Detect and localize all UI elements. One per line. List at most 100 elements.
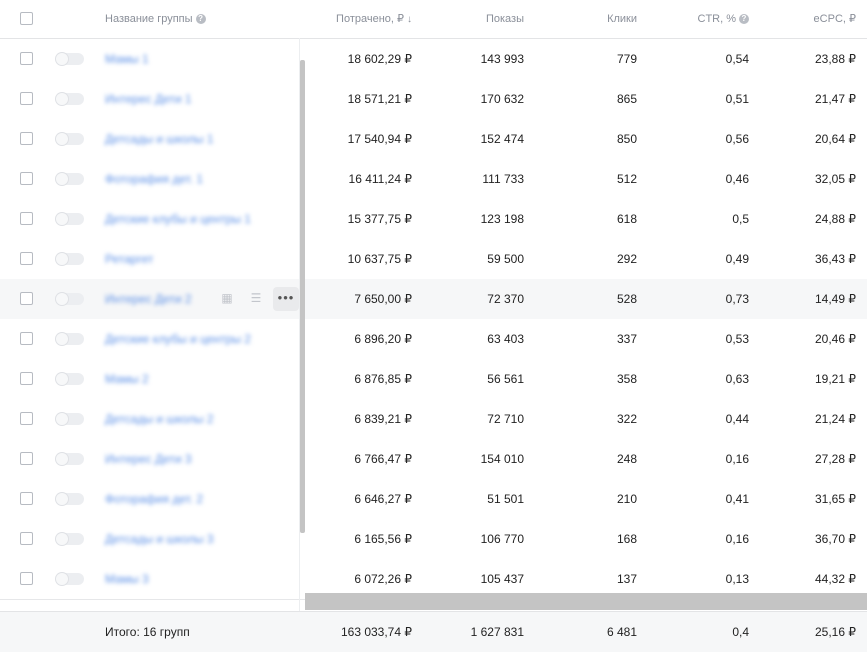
- column-header-ctr-label: CTR, %: [697, 13, 737, 25]
- group-name-link[interactable]: Мамы 1: [105, 39, 149, 79]
- column-header-spent-label: Потрачено, ₽: [336, 13, 404, 25]
- toggle-knob: [56, 133, 68, 145]
- row-checkbox[interactable]: [20, 52, 33, 65]
- filter-icon[interactable]: ☰: [249, 291, 263, 305]
- group-name-link[interactable]: Фоторафия дет. 1: [105, 159, 203, 199]
- cell-ecpc: 23,88 ₽: [815, 52, 856, 66]
- table-row[interactable]: Ретаргет 10 637,75 ₽ 59 500 292 0,49 36,43 ₽: [0, 239, 867, 280]
- row-checkbox[interactable]: [20, 172, 33, 185]
- status-toggle[interactable]: [56, 573, 84, 585]
- row-checkbox[interactable]: [20, 212, 33, 225]
- cell-spent: 6 165,56 ₽: [354, 532, 412, 546]
- table-row[interactable]: Интерес Дети 2 ▦ ☰ ••• 7 650,00 ₽ 72 370 528 0,…: [0, 279, 867, 320]
- group-name-link[interactable]: Фоторафия дет. 2: [105, 479, 203, 519]
- status-toggle[interactable]: [56, 293, 84, 305]
- group-name-link[interactable]: Детские клубы и центры 2: [105, 319, 251, 359]
- row-checkbox[interactable]: [20, 572, 33, 585]
- cell-ctr: 0,44: [725, 412, 749, 426]
- toggle-knob: [56, 533, 68, 545]
- cell-clicks: 248: [616, 452, 637, 466]
- row-checkbox[interactable]: [20, 412, 33, 425]
- row-checkbox[interactable]: [20, 292, 33, 305]
- cell-spent: 6 839,21 ₽: [354, 412, 412, 426]
- group-name-link[interactable]: Мамы 3: [105, 559, 149, 599]
- status-toggle[interactable]: [56, 453, 84, 465]
- status-toggle[interactable]: [56, 413, 84, 425]
- status-toggle[interactable]: [56, 93, 84, 105]
- group-name-link[interactable]: Детсады и школы 1: [105, 119, 214, 159]
- cell-ecpc: 20,46 ₽: [815, 332, 856, 346]
- stats-icon[interactable]: ▦: [220, 291, 234, 305]
- cell-ecpc: 24,88 ₽: [815, 212, 856, 226]
- group-name-link[interactable]: Ретаргет: [105, 239, 153, 279]
- table-row[interactable]: Детские клубы и центры 1 15 377,75 ₽ 123 1…: [0, 199, 867, 240]
- table-row[interactable]: Интерес Дети 3 6 766,47 ₽ 154 010 248 0,16 27…: [0, 439, 867, 480]
- column-header-ecpc[interactable]: eCPC, ₽: [760, 0, 856, 38]
- column-header-spent[interactable]: Потрачено, ₽ ↓: [300, 0, 412, 38]
- group-name-link[interactable]: Мамы 2: [105, 359, 149, 399]
- cell-clicks: 850: [616, 132, 637, 146]
- column-header-name[interactable]: Название группы?: [105, 0, 206, 38]
- column-header-clicks[interactable]: Клики: [540, 0, 637, 38]
- status-toggle[interactable]: [56, 493, 84, 505]
- row-checkbox[interactable]: [20, 532, 33, 545]
- cell-spent: 18 602,29 ₽: [347, 52, 412, 66]
- table-row[interactable]: Детсады и школы 3 6 165,56 ₽ 106 770 168 0,1…: [0, 519, 867, 560]
- cell-shows: 63 403: [487, 332, 524, 346]
- status-toggle[interactable]: [56, 53, 84, 65]
- row-checkbox[interactable]: [20, 492, 33, 505]
- horizontal-scrollbar[interactable]: [305, 593, 867, 610]
- vertical-scrollbar[interactable]: [300, 60, 305, 533]
- cell-ecpc: 27,28 ₽: [815, 452, 856, 466]
- table-header: Название группы? Потрачено, ₽ ↓ Показы Кл…: [0, 0, 867, 39]
- cell-spent: 15 377,75 ₽: [347, 212, 412, 226]
- group-name-link[interactable]: Интерес Дети 1: [105, 79, 192, 119]
- row-checkbox[interactable]: [20, 252, 33, 265]
- group-name-link[interactable]: Детские клубы и центры 1: [105, 199, 251, 239]
- status-toggle[interactable]: [56, 133, 84, 145]
- cell-clicks: 618: [616, 212, 637, 226]
- select-all-checkbox[interactable]: [20, 12, 33, 25]
- cell-shows: 152 474: [480, 132, 524, 146]
- status-toggle[interactable]: [56, 533, 84, 545]
- help-icon[interactable]: ?: [739, 14, 749, 24]
- group-name-link[interactable]: Детсады и школы 3: [105, 519, 214, 559]
- toggle-knob: [56, 373, 68, 385]
- sort-descending-icon[interactable]: ↓: [407, 14, 412, 25]
- status-toggle[interactable]: [56, 213, 84, 225]
- table-row[interactable]: Мамы 2 6 876,85 ₽ 56 561 358 0,63 19,21 ₽: [0, 359, 867, 400]
- cell-ctr: 0,5: [732, 212, 749, 226]
- column-header-shows[interactable]: Показы: [420, 0, 524, 38]
- cell-ctr: 0,16: [725, 452, 749, 466]
- group-name-link[interactable]: Детсады и школы 2: [105, 399, 214, 439]
- row-checkbox[interactable]: [20, 452, 33, 465]
- help-icon[interactable]: ?: [195, 14, 206, 24]
- cell-ctr: 0,51: [725, 92, 749, 106]
- status-toggle[interactable]: [56, 173, 84, 185]
- column-header-ctr[interactable]: CTR, %?: [650, 0, 749, 38]
- cell-shows: 106 770: [480, 532, 524, 546]
- table-row[interactable]: Фоторафия дет. 2 6 646,27 ₽ 51 501 210 0,41 3…: [0, 479, 867, 520]
- table-row[interactable]: Детские клубы и центры 2 6 896,20 ₽ 63 403…: [0, 319, 867, 360]
- row-checkbox[interactable]: [20, 332, 33, 345]
- total-ecpc: 25,16 ₽: [815, 625, 856, 639]
- row-checkbox[interactable]: [20, 92, 33, 105]
- table-row[interactable]: Мамы 1 18 602,29 ₽ 143 993 779 0,54 23,88 ₽: [0, 39, 867, 80]
- table-row[interactable]: Детсады и школы 2 6 839,21 ₽ 72 710 322 0,44…: [0, 399, 867, 440]
- cell-ctr: 0,54: [725, 52, 749, 66]
- cell-shows: 170 632: [480, 92, 524, 106]
- status-toggle[interactable]: [56, 373, 84, 385]
- table-row[interactable]: Детсады и школы 1 17 540,94 ₽ 152 474 850 0,…: [0, 119, 867, 160]
- group-name-link[interactable]: Интерес Дети 3: [105, 439, 192, 479]
- group-name-link[interactable]: Интерес Дети 2: [105, 279, 192, 319]
- status-toggle[interactable]: [56, 333, 84, 345]
- table-row[interactable]: Интерес Дети 1 18 571,21 ₽ 170 632 865 0,51 2…: [0, 79, 867, 120]
- cell-shows: 154 010: [480, 452, 524, 466]
- status-toggle[interactable]: [56, 253, 84, 265]
- row-checkbox[interactable]: [20, 132, 33, 145]
- cell-ctr: 0,49: [725, 252, 749, 266]
- toggle-knob: [56, 333, 68, 345]
- row-checkbox[interactable]: [20, 372, 33, 385]
- table-row[interactable]: Фоторафия дет. 1 16 411,24 ₽ 111 733 512 0,4…: [0, 159, 867, 200]
- more-actions-button[interactable]: •••: [273, 287, 299, 311]
